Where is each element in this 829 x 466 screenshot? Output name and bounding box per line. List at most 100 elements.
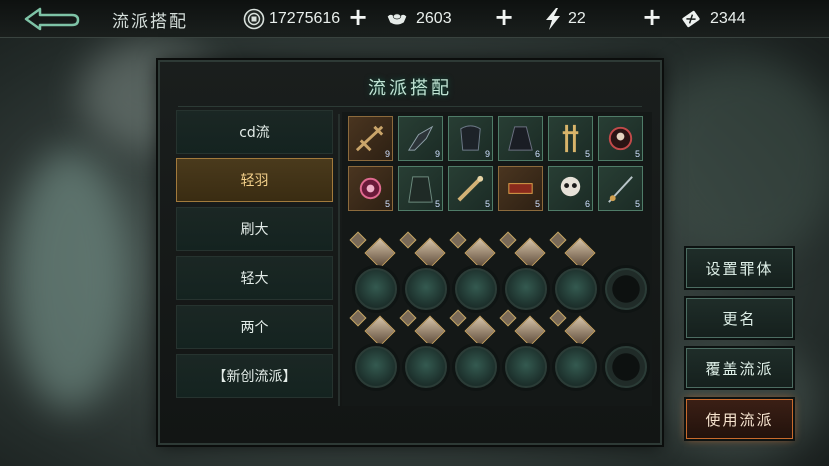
character-portrait-icon[interactable] (514, 315, 546, 347)
build-item-cd[interactable]: cd流 (176, 110, 333, 154)
character-portrait-icon[interactable] (564, 237, 596, 269)
equipment-slot[interactable]: 9 (448, 116, 493, 161)
equipment-slot[interactable]: 5 (498, 166, 543, 211)
skull-mask-icon (560, 176, 581, 197)
equipment-level: 9 (384, 149, 390, 159)
equipment-slot[interactable]: 5 (598, 116, 643, 161)
set-body-button[interactable]: 设置罪体 (686, 248, 793, 288)
ticket-resource: 2344 (680, 6, 746, 32)
character-portrait-icon[interactable] (464, 315, 496, 347)
equipment-level: 5 (634, 199, 640, 209)
equipment-level: 5 (534, 199, 540, 209)
ingot-icon (386, 8, 408, 30)
equipment-slot[interactable]: 5 (398, 166, 443, 211)
hairpin-icon (608, 176, 633, 203)
skill-slot[interactable] (455, 346, 497, 388)
build-item-liangge[interactable]: 两个 (176, 305, 333, 349)
skill-slot[interactable] (355, 268, 397, 310)
skill-mini-icon (499, 231, 517, 249)
equipment-level: 5 (384, 199, 390, 209)
equipment-slot[interactable]: 9 (348, 116, 393, 161)
back-arrow-icon (24, 7, 80, 31)
skill-mini-icon (449, 231, 467, 249)
background-blur (650, 60, 829, 260)
skill-slot[interactable] (455, 268, 497, 310)
equipment-level: 5 (434, 199, 440, 209)
build-item-qingyu[interactable]: 轻羽 (176, 158, 333, 202)
equipment-slot[interactable]: 5 (548, 116, 593, 161)
red-amulet-icon (359, 177, 382, 200)
build-item-new[interactable]: 【新创流派】 (176, 354, 333, 398)
coin-add-button[interactable]: + (348, 5, 368, 29)
equipment-level: 6 (584, 199, 590, 209)
build-item-shuada[interactable]: 刷大 (176, 207, 333, 251)
lightning-icon (542, 8, 564, 30)
character-portrait-icon[interactable] (464, 237, 496, 269)
equipment-slot[interactable]: 5 (448, 166, 493, 211)
crossbow-icon (355, 125, 384, 152)
dark-armor-icon (460, 125, 481, 151)
panel-title: 流派搭配 (368, 78, 452, 99)
cloak-icon (508, 126, 533, 151)
bone-ornament-icon (562, 124, 579, 153)
background-blur (10, 150, 130, 410)
skill-slot[interactable] (355, 346, 397, 388)
character-portrait-icon[interactable] (364, 315, 396, 347)
skill-slot[interactable] (505, 346, 547, 388)
page-title: 流派搭配 (112, 12, 188, 32)
skill-slot[interactable] (555, 268, 597, 310)
divider (178, 106, 642, 107)
skill-mini-icon (499, 309, 517, 327)
rename-button[interactable]: 更名 (686, 298, 793, 338)
ticket-icon (680, 8, 702, 30)
skill-slot-empty[interactable] (605, 346, 647, 388)
equipment-level: 9 (434, 149, 440, 159)
equipment-level: 9 (484, 149, 490, 159)
energy-add-button[interactable]: + (642, 5, 662, 29)
character-portrait-icon[interactable] (514, 237, 546, 269)
equipment-slot[interactable]: 6 (548, 166, 593, 211)
back-button[interactable] (22, 6, 80, 32)
equipment-slot[interactable]: 5 (598, 166, 643, 211)
skill-slot-empty[interactable] (605, 268, 647, 310)
skill-slot[interactable] (505, 268, 547, 310)
character-portrait-icon[interactable] (564, 315, 596, 347)
divider (338, 114, 340, 406)
skill-mini-icon (449, 309, 467, 327)
coin-value: 17275616 (269, 10, 341, 27)
ingot-value: 2603 (416, 10, 452, 27)
use-build-button[interactable]: 使用流派 (686, 399, 793, 439)
skill-mini-icon (349, 231, 367, 249)
equipment-level: 5 (634, 149, 640, 159)
loadout-area: 9 9 9 6 5 5 5 5 5 5 6 5 (342, 112, 652, 406)
skill-mini-icon (349, 309, 367, 327)
character-portrait-icon[interactable] (414, 237, 446, 269)
charm-orb-icon (608, 126, 633, 151)
ingot-add-button[interactable]: + (494, 5, 514, 29)
build-panel: 流派搭配 cd流 轻羽 刷大 轻大 两个 【新创流派】 9 9 9 6 5 5 … (158, 60, 662, 445)
character-portrait-icon[interactable] (414, 315, 446, 347)
skill-mini-icon (399, 309, 417, 327)
equipment-level: 6 (534, 149, 540, 159)
skill-mini-icon (549, 309, 567, 327)
robe-icon (408, 176, 433, 203)
skill-slot[interactable] (405, 268, 447, 310)
skill-slot[interactable] (405, 346, 447, 388)
character-portrait-icon[interactable] (364, 237, 396, 269)
skill-mini-icon (399, 231, 417, 249)
equipment-slot[interactable]: 5 (348, 166, 393, 211)
sword-hilt-icon (457, 175, 484, 202)
overwrite-build-button[interactable]: 覆盖流派 (686, 348, 793, 388)
equipment-slot[interactable]: 9 (398, 116, 443, 161)
energy-resource: 22 (542, 6, 586, 32)
equipment-level: 5 (484, 199, 490, 209)
energy-value: 22 (568, 10, 586, 27)
coin-resource: 17275616 (243, 6, 340, 32)
coin-icon (243, 8, 265, 30)
equipment-level: 5 (584, 149, 590, 159)
ticket-value: 2344 (710, 10, 746, 27)
equipment-slot[interactable]: 6 (498, 116, 543, 161)
build-item-qingda[interactable]: 轻大 (176, 256, 333, 300)
ingot-resource: 2603 (386, 6, 452, 32)
skill-slot[interactable] (555, 346, 597, 388)
